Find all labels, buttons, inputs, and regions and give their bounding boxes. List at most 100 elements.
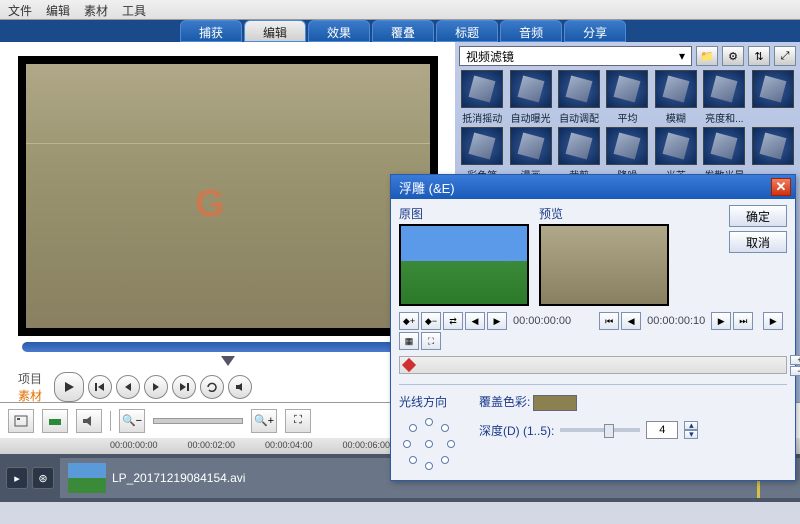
prev-button[interactable]: ◀ [621, 312, 641, 330]
library-category-select[interactable]: 视频滤镜 ▾ [459, 46, 692, 66]
library-thumb[interactable]: 亮度和... [701, 70, 747, 125]
add-keyframe-button[interactable]: ◆+ [399, 312, 419, 330]
first-frame-button[interactable] [88, 375, 112, 399]
slider-minus-button[interactable]: − [790, 366, 800, 376]
repeat-button[interactable] [200, 375, 224, 399]
library-thumb[interactable]: 抵消摇动 [459, 70, 505, 125]
volume-button[interactable] [228, 375, 252, 399]
fit-button[interactable]: ⛶ [285, 409, 311, 433]
playback-controls: 项目 素材 [8, 366, 447, 408]
thumb-icon [558, 70, 600, 108]
last-button[interactable]: ⏭ [733, 312, 753, 330]
scrub-marker-icon[interactable] [8, 356, 447, 366]
original-label: 原图 [399, 205, 529, 222]
zoom-in-button[interactable]: 🔍+ [251, 409, 277, 433]
tab-capture[interactable]: 捕获 [180, 20, 242, 42]
library-options-button[interactable]: ⚙ [722, 46, 744, 66]
playback-option-button[interactable]: ▦ [399, 332, 419, 350]
library-thumb[interactable] [750, 70, 796, 125]
thumb-icon [655, 127, 697, 165]
thumb-icon [558, 127, 600, 165]
tab-audio[interactable]: 音频 [500, 20, 562, 42]
ok-button[interactable]: 确定 [729, 205, 787, 227]
zoom-out-button[interactable]: 🔍− [119, 409, 145, 433]
tab-overlay[interactable]: 覆叠 [372, 20, 434, 42]
close-button[interactable]: ✕ [771, 178, 791, 196]
fullscreen-button[interactable]: ⛶ [421, 332, 441, 350]
thumb-label: 抵消摇动 [459, 110, 505, 125]
last-frame-button[interactable] [172, 375, 196, 399]
next-frame-button[interactable] [144, 375, 168, 399]
dir-s[interactable] [425, 462, 433, 470]
timeline-view-button[interactable] [42, 409, 68, 433]
thumb-label: 模糊 [653, 110, 699, 125]
cover-color-group: 覆盖色彩: 深度(D) (1..5): ▴ ▾ [479, 393, 698, 474]
thumb-icon [703, 70, 745, 108]
label-project[interactable]: 项目 [18, 370, 42, 387]
cancel-button[interactable]: 取消 [729, 231, 787, 253]
video-content: G [26, 64, 430, 328]
storyboard-view-button[interactable] [8, 409, 34, 433]
dir-center[interactable] [425, 440, 433, 448]
thumb-label: 自动调配 [556, 110, 602, 125]
dialog-title-text: 浮雕 (&E) [399, 178, 455, 197]
thumb-icon [510, 70, 552, 108]
dir-nw[interactable] [409, 424, 417, 432]
library-category-value: 视频滤镜 [466, 48, 514, 65]
next-button[interactable]: ▶ [711, 312, 731, 330]
scrubber[interactable] [22, 342, 433, 352]
move-left-button[interactable]: ◀ [465, 312, 485, 330]
dialog-titlebar[interactable]: 浮雕 (&E) ✕ [391, 175, 795, 199]
prev-frame-button[interactable] [116, 375, 140, 399]
cover-color-label: 覆盖色彩: [479, 395, 530, 409]
depth-slider[interactable] [560, 428, 640, 432]
play-button[interactable] [54, 372, 84, 402]
first-button[interactable]: ⏮ [599, 312, 619, 330]
library-thumb[interactable]: 平均 [604, 70, 650, 125]
light-direction-picker[interactable] [399, 414, 459, 474]
play-button[interactable]: ▶ [763, 312, 783, 330]
remove-keyframe-button[interactable]: ◆− [421, 312, 441, 330]
thumb-label: 自动曝光 [507, 110, 553, 125]
thumb-label: 平均 [604, 110, 650, 125]
dir-sw[interactable] [409, 456, 417, 464]
slider-plus-button[interactable]: + [790, 355, 800, 365]
dir-w[interactable] [403, 440, 411, 448]
menu-file[interactable]: 文件 [8, 2, 32, 17]
track-toggle-icon[interactable]: ▸ [6, 467, 28, 489]
library-sort-button[interactable]: ⇅ [748, 46, 770, 66]
ruler-tick: 00:00:04:00 [265, 440, 313, 454]
depth-row: 深度(D) (1..5): ▴ ▾ [479, 421, 698, 439]
ruler-tick: 00:00:06:00 [342, 440, 390, 454]
dir-se[interactable] [441, 456, 449, 464]
library-thumb[interactable]: 模糊 [653, 70, 699, 125]
move-right-button[interactable]: ▶ [487, 312, 507, 330]
dir-ne[interactable] [441, 424, 449, 432]
label-material[interactable]: 素材 [18, 387, 42, 404]
dialog-timeline-slider[interactable]: + − [399, 356, 787, 374]
depth-input[interactable] [646, 421, 678, 439]
depth-down-button[interactable]: ▾ [684, 430, 698, 439]
library-thumb[interactable]: 自动曝光 [507, 70, 553, 125]
menu-tools[interactable]: 工具 [122, 2, 146, 17]
library-folder-button[interactable]: 📁 [696, 46, 718, 66]
zoom-slider[interactable] [153, 418, 243, 424]
tab-edit[interactable]: 编辑 [244, 20, 306, 42]
reverse-keyframe-button[interactable]: ⇄ [443, 312, 463, 330]
menu-material[interactable]: 素材 [84, 2, 108, 17]
dir-n[interactable] [425, 418, 433, 426]
audio-view-button[interactable] [76, 409, 102, 433]
tab-effect[interactable]: 效果 [308, 20, 370, 42]
tab-title[interactable]: 标题 [436, 20, 498, 42]
video-track-icon[interactable]: ⊛ [32, 467, 54, 489]
thumb-icon [703, 127, 745, 165]
dir-e[interactable] [447, 440, 455, 448]
menu-edit[interactable]: 编辑 [46, 2, 70, 17]
keyframe-marker-icon[interactable] [402, 358, 416, 372]
library-expand-button[interactable]: ⤢ [774, 46, 796, 66]
main-tabs: 捕获 编辑 效果 覆叠 标题 音频 分享 [0, 20, 800, 42]
library-thumb[interactable]: 自动调配 [556, 70, 602, 125]
clip-filename: LP_20171219084154.avi [112, 471, 245, 485]
cover-color-swatch[interactable] [533, 395, 577, 411]
tab-share[interactable]: 分享 [564, 20, 626, 42]
